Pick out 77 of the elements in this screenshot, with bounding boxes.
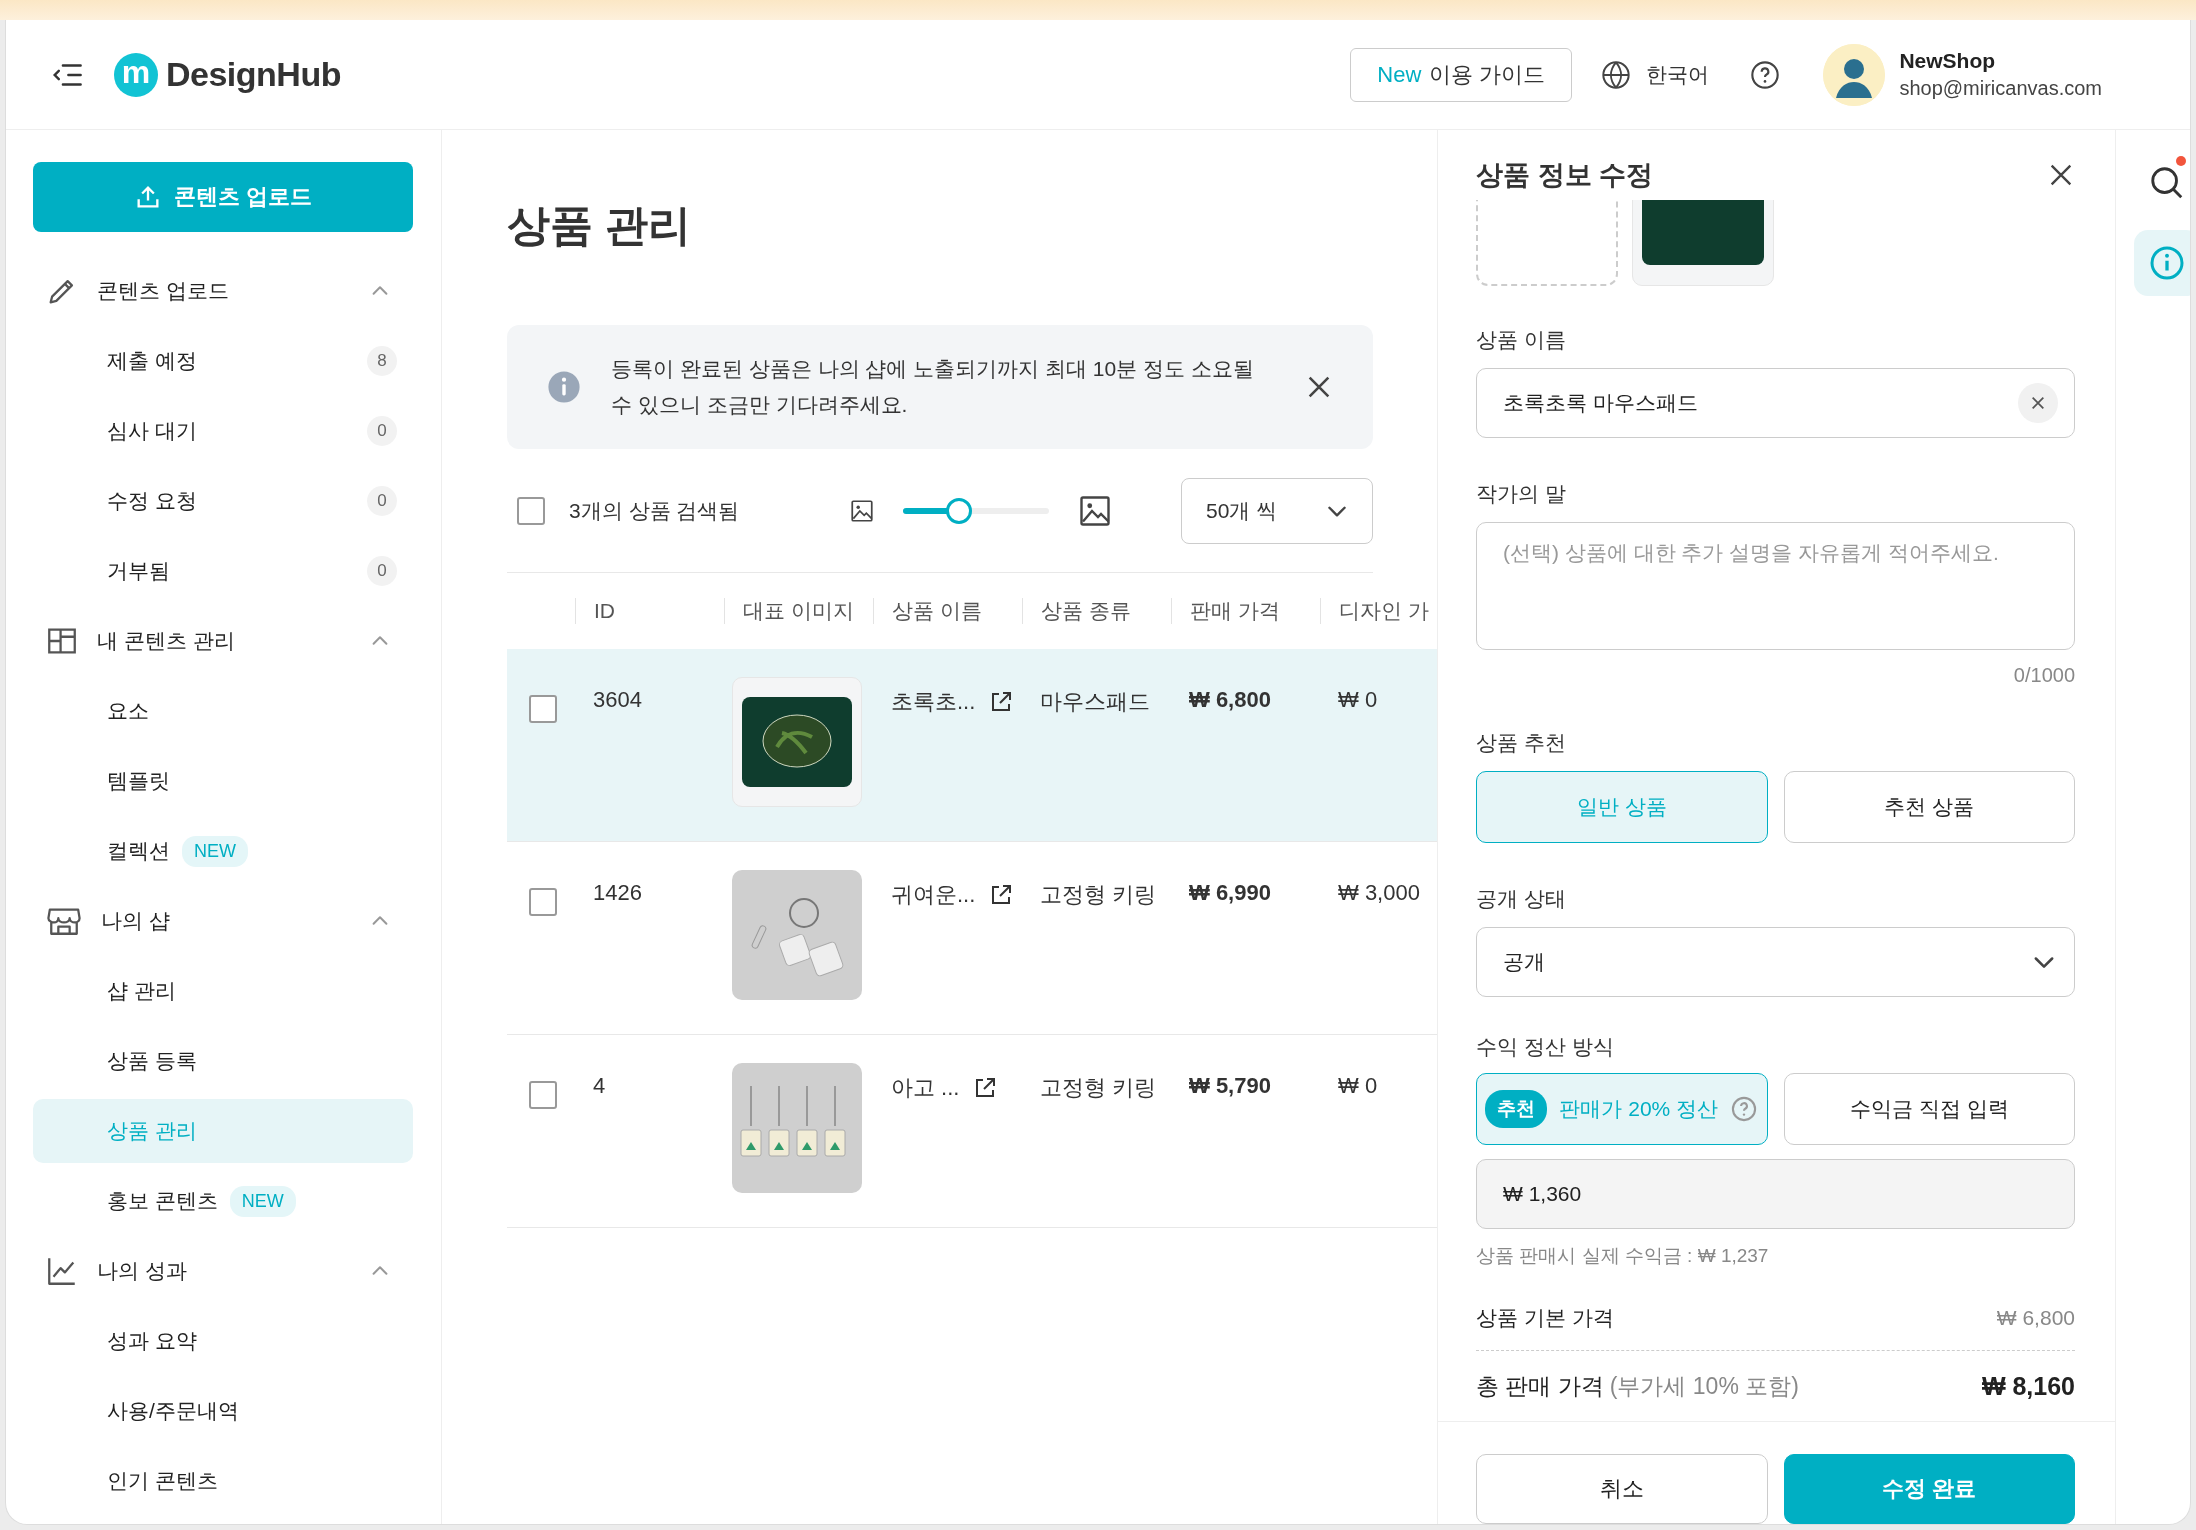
- sidebar-item[interactable]: 인기 콘텐츠: [33, 1446, 413, 1516]
- total-price-value: ₩ 8,160: [1981, 1371, 2075, 1401]
- table-cell-text: 4: [592, 1073, 607, 1099]
- table-cell-text: ₩ 6,990: [1188, 880, 1272, 906]
- new-badge: NEW: [182, 835, 248, 867]
- column-header: 대표 이미지: [724, 598, 873, 624]
- table-row[interactable]: 3604 초록초... 마우스패드 ₩ 6,800 ₩ 0: [507, 649, 1437, 842]
- column-header: 디자인 가: [1320, 598, 1437, 624]
- sidebar-item[interactable]: 사용/주문내역: [33, 1376, 413, 1446]
- sidebar-item[interactable]: 성과 요약: [33, 1306, 413, 1376]
- sidebar-item[interactable]: 요소: [33, 676, 413, 746]
- language-label[interactable]: 한국어: [1646, 60, 1710, 89]
- table-cell-text: ₩ 0: [1337, 687, 1379, 713]
- total-price-label: 총 판매 가격: [1476, 1371, 1604, 1401]
- field-label: 상품 이름: [1476, 327, 1567, 353]
- logo-text[interactable]: DesignHub: [166, 55, 341, 94]
- sidebar-section-title[interactable]: 나의 성과: [97, 1257, 351, 1285]
- column-header: 상품 이름: [873, 598, 1022, 624]
- page-size-dropdown[interactable]: 50개 씩: [1181, 477, 1373, 544]
- sidebar-item[interactable]: 템플릿: [33, 746, 413, 816]
- table-cell-text: 아고 ...: [891, 1074, 960, 1102]
- column-header: 상품 종류: [1022, 598, 1171, 624]
- visibility-dropdown[interactable]: 공개: [1476, 927, 2075, 997]
- table-cell-text: 마우스패드: [1039, 688, 1151, 716]
- sidebar-item[interactable]: 홍보 콘텐츠 NEW: [33, 1166, 413, 1236]
- sidebar-item[interactable]: 샵 관리: [33, 956, 413, 1026]
- table-cell-text: ₩ 5,790: [1188, 1073, 1272, 1099]
- sidebar-section-title[interactable]: 나의 샵: [101, 907, 351, 935]
- cancel-button[interactable]: 취소: [1476, 1454, 1768, 1524]
- table-cell-text: ₩ 0: [1337, 1073, 1379, 1099]
- result-count: 3개의 상품 검색됨: [569, 497, 741, 524]
- panel-title: 상품 정보 수정: [1476, 159, 1653, 192]
- count-badge: 8: [367, 346, 397, 376]
- user-name: NewShop: [1899, 49, 1997, 73]
- table-cell-text: ₩ 6,800: [1188, 687, 1272, 713]
- vat-note: (부가세 10% 포함): [1609, 1371, 1799, 1401]
- page-title: 상품 관리: [507, 200, 692, 251]
- sidebar-item[interactable]: 수정 요청 0: [33, 466, 413, 536]
- count-badge: 0: [367, 416, 397, 446]
- sidebar-item[interactable]: 상품 등록: [33, 1026, 413, 1096]
- field-label: 수익 정산 방식: [1476, 1034, 1615, 1060]
- product-name-field[interactable]: 초록초록 마우스패드: [1476, 368, 2075, 438]
- notice-text: 등록이 완료된 상품은 나의 샵에 노출되기까지 최대 10분 정도 소요될 수 있으니 조금만 기다려주세요.: [611, 356, 1255, 418]
- field-label: 상품 추천: [1476, 730, 1567, 756]
- table-cell-text: 초록초...: [891, 688, 976, 716]
- count-badge: 0: [367, 486, 397, 516]
- new-badge: NEW: [229, 1185, 296, 1217]
- base-price-label: 상품 기본 가격: [1476, 1304, 1614, 1331]
- base-price-value: ₩ 6,800: [1996, 1305, 2075, 1330]
- recommendation-option[interactable]: 추천 상품: [1783, 771, 2075, 843]
- settlement-option[interactable]: 수익금 직접 입력: [1783, 1073, 2075, 1145]
- character-counter: 0/1000: [2012, 664, 2075, 687]
- amount-field: ₩ 1,360: [1476, 1159, 2075, 1229]
- artist-note-field[interactable]: (선택) 상품에 대한 추가 설명을 자유롭게 적어주세요.: [1476, 522, 2075, 650]
- column-header: ID: [575, 598, 724, 624]
- sidebar-item[interactable]: 거부됨 0: [33, 536, 413, 606]
- table-row[interactable]: 4 아고 ... 고정형 키링 ₩ 5,790 ₩ 0: [507, 1035, 1437, 1228]
- sidebar-section-title[interactable]: 콘텐츠 업로드: [97, 277, 351, 305]
- user-email: shop@miricanvas.com: [1899, 77, 2102, 100]
- table-row[interactable]: 1426 귀여운... 고정형 키링 ₩ 6,990 ₩ 3,000: [507, 842, 1437, 1035]
- guide-button[interactable]: New 이용 가이드: [1350, 47, 1573, 102]
- table-cell-text: 귀여운...: [891, 881, 976, 909]
- sidebar-section-title[interactable]: 내 콘텐츠 관리: [97, 627, 351, 655]
- sidebar-item[interactable]: 컬렉션 NEW: [33, 816, 413, 886]
- sidebar-item[interactable]: 제출 예정 8: [33, 326, 413, 396]
- table-cell-text: ₩ 3,000: [1337, 880, 1421, 906]
- actual-profit-text: 상품 판매시 실제 수익금 : ₩ 1,237: [1476, 1244, 1770, 1268]
- field-label: 작가의 말: [1476, 481, 1567, 507]
- table-cell-text: 1426: [592, 880, 643, 906]
- table-cell-text: 3604: [592, 687, 643, 713]
- table-cell-text: 고정형 키링: [1039, 1074, 1158, 1102]
- count-badge: 0: [367, 556, 397, 586]
- field-label: 공개 상태: [1476, 886, 1567, 912]
- table-cell-text: 고정형 키링: [1039, 881, 1158, 909]
- column-header: 판매 가격: [1171, 598, 1320, 624]
- sidebar-item[interactable]: 심사 대기 0: [33, 396, 413, 466]
- recommended-badge: 추천: [1485, 1090, 1548, 1128]
